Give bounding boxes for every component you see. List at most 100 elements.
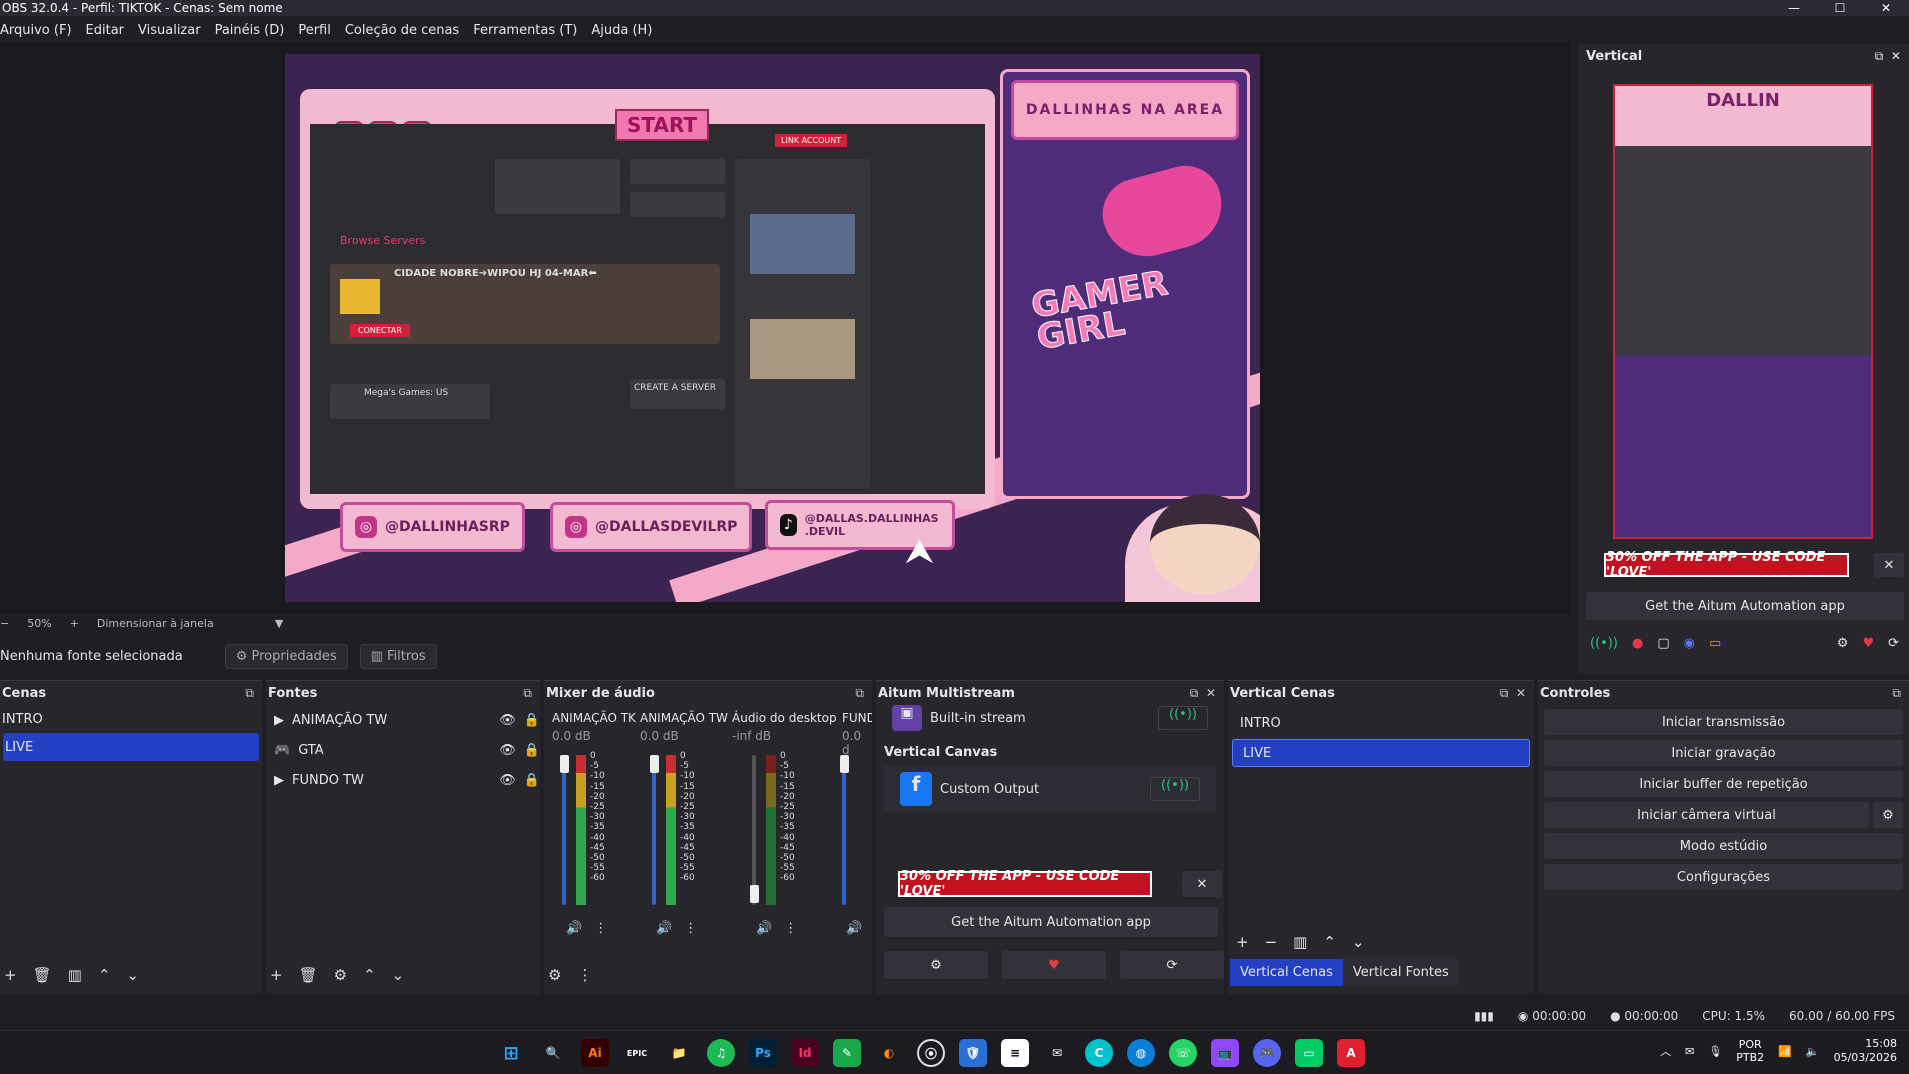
speaker-icon[interactable]: 🔊 — [566, 921, 582, 936]
filter-icon[interactable]: ▥ — [1293, 933, 1307, 951]
green-app-icon[interactable]: ✎ — [833, 1039, 861, 1067]
up-icon[interactable]: ⌃ — [98, 966, 111, 984]
stream-toggle[interactable]: ((•)) — [1158, 706, 1208, 730]
eye-icon[interactable]: 👁 — [499, 773, 516, 788]
up-icon[interactable]: ⌃ — [363, 966, 376, 984]
undock-icon[interactable]: ⧉ — [1892, 686, 1901, 701]
undock-icon[interactable]: ⧉ — [245, 686, 254, 701]
filter-icon[interactable]: ▥ — [68, 966, 82, 984]
menu-ferramentas[interactable]: Ferramentas (T) — [473, 23, 577, 38]
menu-paineis[interactable]: Painéis (D) — [215, 23, 285, 38]
language-indicator[interactable]: POR PTB2 — [1736, 1038, 1764, 1064]
stream-icon[interactable]: ((•)) — [1590, 636, 1618, 651]
promo-banner[interactable]: 30% OFF THE APP - USE CODE 'LOVE' — [898, 869, 1152, 899]
menu-arquivo[interactable]: Arquivo (F) — [0, 23, 72, 38]
down-icon[interactable]: ⌄ — [126, 966, 139, 984]
promo-banner[interactable]: 30% OFF THE APP - USE CODE 'LOVE' — [1604, 550, 1849, 580]
mic-icon[interactable]: 🎙 — [1708, 1045, 1722, 1058]
discord-icon[interactable]: 🎮 — [1253, 1039, 1281, 1067]
menu-visualizar[interactable]: Visualizar — [138, 23, 201, 38]
start-streaming-button[interactable]: Iniciar transmissão — [1544, 709, 1903, 735]
eye-icon[interactable]: 👁 — [499, 713, 516, 728]
menu-icon[interactable]: ⋮ — [577, 966, 592, 984]
lock-icon[interactable]: 🔒 — [524, 773, 540, 788]
photoshop-icon[interactable]: Ps — [749, 1039, 777, 1067]
settings-button[interactable]: Configurações — [1544, 864, 1903, 890]
terminal-icon[interactable]: ▭ — [1295, 1039, 1323, 1067]
clock[interactable]: 15:08 05/03/2026 — [1834, 1037, 1897, 1065]
lock-icon[interactable]: 🔒 — [524, 743, 540, 758]
up-icon[interactable]: ⌃ — [1323, 933, 1336, 951]
stop-icon[interactable]: ▢ — [1657, 636, 1669, 651]
maximize-button[interactable]: ☐ — [1817, 0, 1863, 16]
undock-icon[interactable]: ⧉ — [523, 686, 532, 701]
undock-icon[interactable]: ⧉ ✕ — [1190, 686, 1216, 701]
illustrator-icon[interactable]: Ai — [581, 1039, 609, 1067]
replay-buffer-button[interactable]: Iniciar buffer de repetição — [1544, 771, 1903, 797]
mail-icon[interactable]: ✉ — [1685, 1045, 1694, 1058]
zoom-mode-select[interactable]: Dimensionar à janela — [97, 617, 257, 630]
menu-ajuda[interactable]: Ajuda (H) — [591, 23, 652, 38]
volume-icon[interactable]: 🔈 — [1806, 1045, 1820, 1058]
source-item[interactable]: ▶ ANIMAÇÃO TW 👁 🔒 — [266, 705, 540, 735]
notion-icon[interactable]: ≡ — [1001, 1039, 1029, 1067]
close-icon[interactable]: ✕ — [1182, 871, 1222, 897]
tab-vertical-fontes[interactable]: Vertical Fontes — [1342, 959, 1459, 986]
mixer-settings-icon[interactable]: ⚙ — [548, 966, 561, 984]
volume-knob[interactable] — [840, 755, 849, 773]
menu-perfil[interactable]: Perfil — [298, 23, 331, 38]
discord-icon[interactable]: ⟳ — [1120, 951, 1224, 979]
main-preview[interactable]: Browse Servers CIDADE NOBRE➔WIPOU HJ 04-… — [0, 42, 1570, 614]
spotify-icon[interactable]: ♫ — [707, 1039, 735, 1067]
virtual-camera-button[interactable]: Iniciar câmera virtual — [1544, 802, 1869, 828]
trash-icon[interactable]: 🗑 — [299, 966, 318, 984]
record-icon[interactable]: ● — [1632, 636, 1643, 651]
down-icon[interactable]: ⌄ — [392, 966, 405, 984]
edge-icon[interactable]: ◍ — [1127, 1039, 1155, 1067]
menu-icon[interactable]: ⋮ — [684, 921, 697, 936]
chevron-down-icon[interactable]: ▼ — [275, 617, 283, 630]
volume-meter[interactable]: 0 -5 -10 -15 -20 -25 -30 -35 -40 -45 -50 -55 -60 — [560, 751, 605, 905]
scene-item-intro[interactable]: INTRO — [0, 705, 262, 733]
source-item[interactable]: ▶ FUNDO TW 👁 🔒 — [266, 765, 540, 795]
menu-colecao[interactable]: Coleção de cenas — [345, 23, 459, 38]
start-recording-button[interactable]: Iniciar gravação — [1544, 740, 1903, 766]
indesign-icon[interactable]: Id — [791, 1039, 819, 1067]
volume-slider[interactable] — [752, 755, 756, 905]
volume-meter[interactable] — [840, 755, 870, 905]
volume-slider[interactable] — [842, 755, 846, 905]
add-icon[interactable]: + — [1236, 933, 1249, 951]
get-app-button[interactable]: Get the Aitum Automation app — [1586, 592, 1904, 620]
scene-canvas[interactable]: Browse Servers CIDADE NOBRE➔WIPOU HJ 04-… — [285, 54, 1260, 602]
mail-icon[interactable]: ✉ — [1043, 1039, 1071, 1067]
blender-icon[interactable]: ◐ — [875, 1039, 903, 1067]
properties-button[interactable]: ⚙ Propriedades — [224, 643, 348, 669]
filters-button[interactable]: ▥ Filtros — [359, 643, 437, 669]
scene-item-live[interactable]: LIVE — [3, 733, 259, 761]
canva-icon[interactable]: C — [1085, 1039, 1113, 1067]
twitch-icon[interactable]: 📺 — [1211, 1039, 1239, 1067]
heart-icon[interactable]: ♥ — [1002, 951, 1106, 979]
close-button[interactable]: ✕ — [1863, 0, 1909, 16]
add-icon[interactable]: + — [4, 966, 17, 984]
down-icon[interactable]: ⌄ — [1352, 933, 1365, 951]
windows-start-icon[interactable]: ⊞ — [497, 1039, 525, 1067]
speaker-icon[interactable]: 🔊 — [846, 921, 862, 936]
volume-knob[interactable] — [750, 885, 759, 903]
replay-icon[interactable]: ◉ — [1684, 636, 1695, 651]
close-icon[interactable]: ✕ — [1874, 553, 1904, 577]
volume-knob[interactable] — [560, 755, 569, 773]
undock-icon[interactable]: ⧉ — [855, 686, 864, 701]
file-explorer-icon[interactable]: 📁 — [665, 1039, 693, 1067]
obs-icon[interactable]: ⦿ — [917, 1039, 945, 1067]
volume-meter[interactable]: 0 -5 -10 -15 -20 -25 -30 -35 -40 -45 -50 -55 -60 — [750, 751, 795, 905]
undock-icon[interactable]: ⧉ ✕ — [1500, 686, 1526, 701]
vscene-item-live[interactable]: LIVE — [1232, 739, 1530, 767]
shield-icon[interactable]: 🛡 — [959, 1039, 987, 1067]
speaker-icon[interactable]: 🔊 — [756, 921, 772, 936]
zoom-out-button[interactable]: − — [0, 617, 9, 630]
menu-editar[interactable]: Editar — [86, 23, 125, 38]
lock-icon[interactable]: 🔒 — [524, 713, 540, 728]
volume-slider[interactable] — [652, 755, 656, 905]
tab-vertical-cenas[interactable]: Vertical Cenas — [1230, 959, 1343, 986]
